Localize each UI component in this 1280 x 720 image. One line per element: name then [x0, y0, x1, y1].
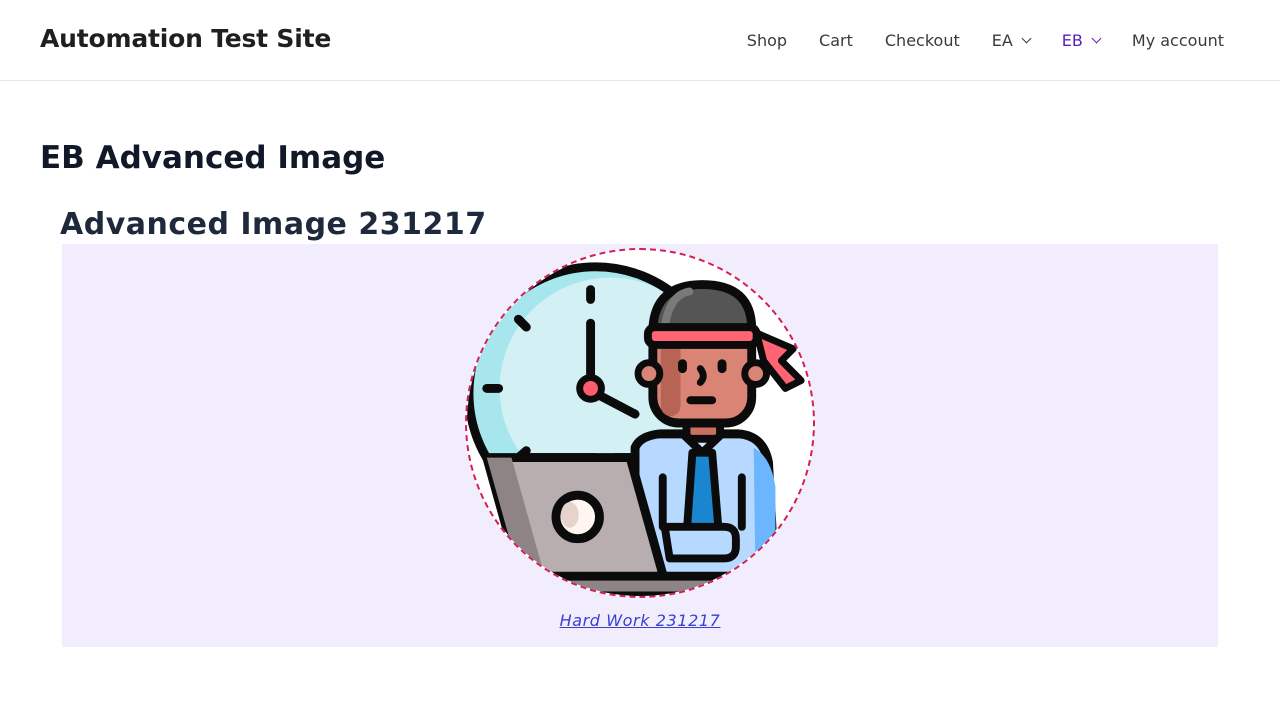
- advanced-image-block: Hard Work 231217: [62, 244, 1218, 647]
- advanced-image-title: Advanced Image 231217: [60, 207, 487, 242]
- site-header: Automation Test Site Shop Cart Checkout …: [0, 0, 1280, 81]
- main-navigation: Shop Cart Checkout EA EB My account: [731, 0, 1240, 80]
- chevron-down-icon[interactable]: [1021, 33, 1032, 43]
- nav-item-my-account[interactable]: My account: [1116, 0, 1240, 80]
- page-title: EB Advanced Image: [40, 140, 386, 176]
- site-title-link[interactable]: Automation Test Site: [40, 24, 331, 53]
- nav-item-label: Cart: [819, 30, 853, 50]
- nav-item-shop[interactable]: Shop: [731, 0, 803, 80]
- nav-item-label: EB: [1061, 30, 1083, 50]
- nav-item-eb[interactable]: EB: [1046, 0, 1116, 80]
- nav-item-checkout[interactable]: Checkout: [869, 0, 976, 80]
- hard-work-illustration-icon: [467, 262, 805, 596]
- nav-item-label: Shop: [746, 30, 788, 50]
- nav-item-label: EA: [991, 30, 1013, 50]
- image-caption-link[interactable]: Hard Work 231217: [62, 611, 1218, 630]
- nav-item-label: My account: [1131, 30, 1224, 50]
- nav-item-cart[interactable]: Cart: [803, 0, 869, 80]
- chevron-down-icon[interactable]: [1091, 33, 1102, 43]
- advanced-image-frame: [465, 248, 815, 598]
- nav-item-ea[interactable]: EA: [976, 0, 1046, 80]
- nav-item-label: Checkout: [884, 30, 960, 50]
